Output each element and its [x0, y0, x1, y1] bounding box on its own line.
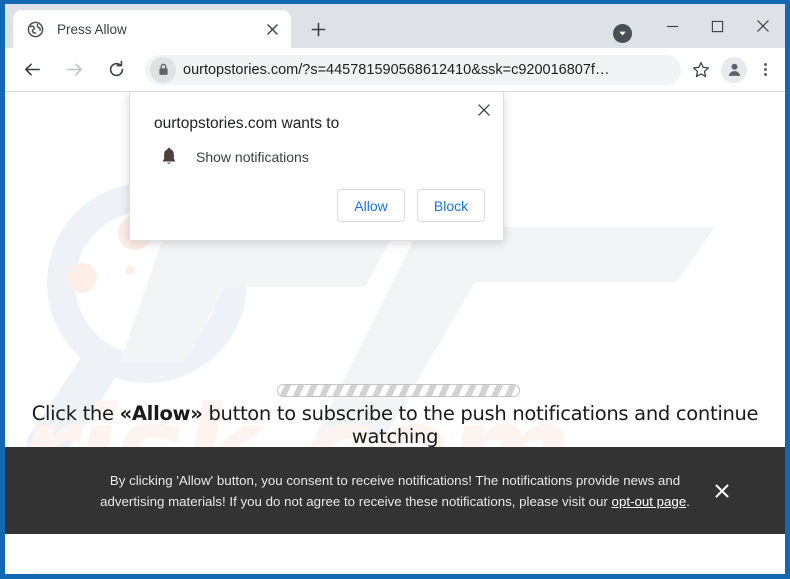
browser-window: Press Allow ourtopstories.com/?s=4457815… [0, 0, 790, 579]
address-bar[interactable]: ourtopstories.com/?s=445781590568612410&… [145, 54, 681, 85]
consent-banner: By clicking 'Allow' button, you consent … [5, 447, 785, 534]
maximize-button[interactable] [695, 6, 740, 46]
window-controls [613, 4, 785, 48]
browser-window-inner: Press Allow ourtopstories.com/?s=4457815… [5, 4, 785, 574]
globe-icon [27, 21, 44, 38]
notification-permission-dialog: ourtopstories.com wants to Show notifica… [129, 92, 504, 241]
opt-out-link[interactable]: opt-out page [612, 494, 687, 509]
consent-line-2-suffix: . [686, 493, 690, 509]
banner-close-icon[interactable] [711, 480, 733, 502]
tab-close-icon[interactable] [261, 18, 283, 40]
menu-dot [763, 73, 767, 77]
dialog-permission-row: Show notifications [130, 133, 503, 167]
allow-button[interactable]: Allow [337, 189, 405, 222]
menu-dot [763, 68, 767, 71]
reload-button[interactable] [100, 54, 132, 86]
striped-progress-bar [277, 384, 520, 397]
address-bar-url[interactable]: ourtopstories.com/?s=445781590568612410&… [183, 62, 673, 78]
star-icon[interactable] [687, 56, 715, 84]
dialog-title: ourtopstories.com wants to [154, 115, 340, 132]
forward-button[interactable] [58, 54, 90, 86]
download-chevron-icon[interactable] [613, 23, 632, 43]
browser-tab[interactable]: Press Allow [13, 10, 291, 48]
tab-strip: Press Allow [5, 4, 785, 48]
close-window-button[interactable] [740, 6, 785, 46]
tab-title: Press Allow [57, 21, 127, 37]
profile-avatar[interactable] [721, 56, 747, 83]
menu-dot [763, 62, 767, 66]
consent-banner-text: By clicking 'Allow' button, you consent … [5, 470, 785, 512]
block-button[interactable]: Block [417, 189, 485, 222]
minimize-button[interactable] [650, 6, 695, 46]
consent-line-2-prefix: advertising materials! If you do not agr… [100, 493, 612, 509]
dialog-close-icon[interactable] [473, 99, 495, 121]
navigation-toolbar: ourtopstories.com/?s=445781590568612410&… [5, 48, 785, 92]
consent-line-1: By clicking 'Allow' button, you consent … [109, 472, 681, 488]
back-button[interactable] [16, 54, 48, 86]
lock-icon[interactable] [150, 56, 176, 83]
cta-emphasis: «Allow» [119, 402, 203, 425]
bell-icon [160, 147, 178, 167]
call-to-action-text: Click the «Allow» button to subscribe to… [5, 402, 785, 448]
dialog-actions: Allow Block [130, 167, 503, 240]
cta-prefix: Click the [31, 402, 120, 425]
three-dot-menu-icon[interactable] [751, 55, 779, 85]
page-viewport: risk.com ourtopstories.com wants to [5, 92, 785, 534]
cta-suffix: button to subscribe to the push notifica… [202, 402, 759, 448]
dialog-permission-label: Show notifications [196, 149, 309, 165]
new-tab-button[interactable] [303, 14, 333, 44]
